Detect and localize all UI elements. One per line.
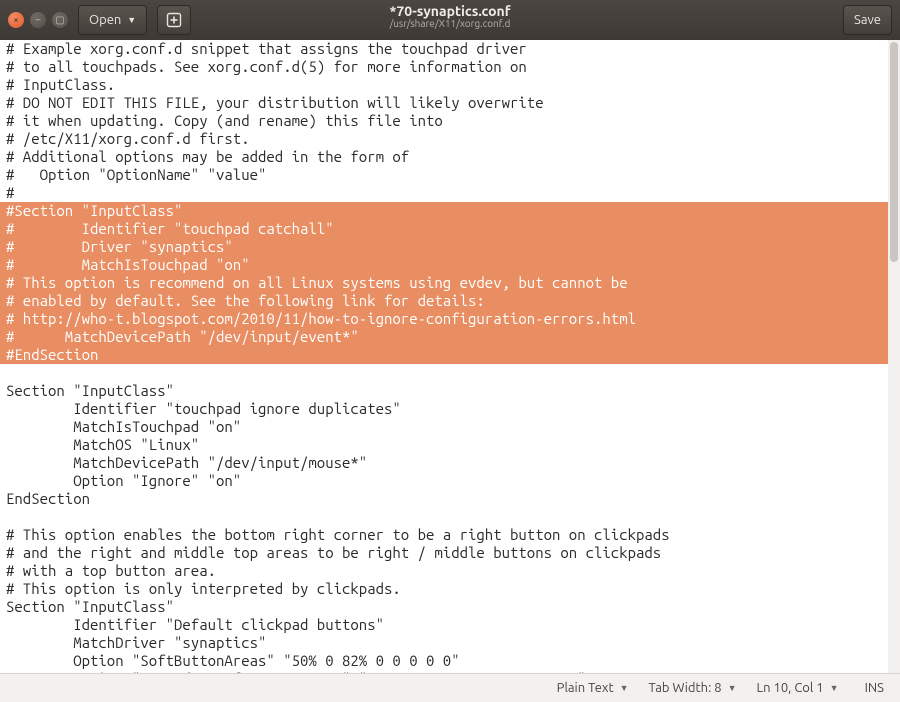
- code-line: MatchIsTouchpad "on": [0, 418, 900, 436]
- status-bar: Plain Text ▼ Tab Width: 8 ▼ Ln 10, Col 1…: [0, 673, 900, 702]
- code-line: # This option is recommend on all Linux …: [0, 274, 900, 292]
- tab-width-label: Tab Width: 8: [649, 681, 722, 695]
- scrollbar-thumb[interactable]: [890, 42, 898, 262]
- text-editor[interactable]: # Example xorg.conf.d snippet that assig…: [0, 40, 900, 674]
- code-line: # DO NOT EDIT THIS FILE, your distributi…: [0, 94, 900, 112]
- save-button[interactable]: Save: [843, 5, 892, 35]
- new-tab-icon: [166, 12, 182, 28]
- open-button-label: Open: [89, 13, 121, 27]
- cursor-position-label: Ln 10, Col 1: [757, 681, 824, 695]
- code-line: # MatchIsTouchpad "on": [0, 256, 900, 274]
- code-line: # Example xorg.conf.d snippet that assig…: [0, 40, 900, 58]
- code-line: # enabled by default. See the following …: [0, 292, 900, 310]
- code-line: # Option "OptionName" "value": [0, 166, 900, 184]
- code-line: Section "InputClass": [0, 598, 900, 616]
- code-line: #: [0, 184, 900, 202]
- minimize-icon[interactable]: –: [30, 12, 46, 28]
- code-line: # Additional options may be added in the…: [0, 148, 900, 166]
- code-line: # This option is only interpreted by cli…: [0, 580, 900, 598]
- vertical-scrollbar[interactable]: [888, 40, 900, 674]
- code-line: Option "SoftButtonAreas" "50% 0 82% 0 0 …: [0, 652, 900, 670]
- code-line: # /etc/X11/xorg.conf.d first.: [0, 130, 900, 148]
- code-line: # to all touchpads. See xorg.conf.d(5) f…: [0, 58, 900, 76]
- code-line: # InputClass.: [0, 76, 900, 94]
- maximize-icon[interactable]: ▢: [52, 12, 68, 28]
- save-button-label: Save: [854, 13, 881, 27]
- chevron-down-icon: ▼: [830, 683, 839, 693]
- code-line: Identifier "touchpad ignore duplicates": [0, 400, 900, 418]
- code-line: MatchDevicePath "/dev/input/mouse*": [0, 454, 900, 472]
- code-line: #EndSection: [0, 346, 900, 364]
- code-line: # Identifier "touchpad catchall": [0, 220, 900, 238]
- code-line: Option "Ignore" "on": [0, 472, 900, 490]
- code-line: # http://who-t.blogspot.com/2010/11/how-…: [0, 310, 900, 328]
- close-icon[interactable]: ×: [8, 12, 24, 28]
- cursor-position-selector[interactable]: Ln 10, Col 1 ▼: [747, 681, 849, 695]
- chevron-down-icon: ▼: [127, 15, 136, 25]
- code-line: MatchDriver "synaptics": [0, 634, 900, 652]
- header-bar: × – ▢ Open ▼ *70-synaptics.conf /usr/sha…: [0, 0, 900, 41]
- code-line: Identifier "Default clickpad buttons": [0, 616, 900, 634]
- code-line: Section "InputClass": [0, 382, 900, 400]
- code-line: # MatchDevicePath "/dev/input/event*": [0, 328, 900, 346]
- window-controls: × – ▢: [0, 12, 68, 28]
- chevron-down-icon: ▼: [728, 683, 737, 693]
- code-line: # and the right and middle top areas to …: [0, 544, 900, 562]
- code-line: #Section "InputClass": [0, 202, 900, 220]
- tab-width-selector[interactable]: Tab Width: 8 ▼: [639, 681, 747, 695]
- language-mode-selector[interactable]: Plain Text ▼: [547, 681, 639, 695]
- code-line: # Driver "synaptics": [0, 238, 900, 256]
- code-line: [0, 508, 900, 526]
- chevron-down-icon: ▼: [620, 683, 629, 693]
- code-line: EndSection: [0, 490, 900, 508]
- language-mode-label: Plain Text: [557, 681, 614, 695]
- code-line: MatchOS "Linux": [0, 436, 900, 454]
- code-line: # with a top button area.: [0, 562, 900, 580]
- insert-mode-indicator[interactable]: INS: [849, 681, 900, 695]
- open-button[interactable]: Open ▼: [78, 5, 147, 35]
- code-line: # it when updating. Copy (and rename) th…: [0, 112, 900, 130]
- selection-block: #Section "InputClass"# Identifier "touch…: [0, 202, 900, 364]
- code-line: [0, 364, 900, 382]
- new-document-button[interactable]: [157, 5, 191, 35]
- code-line: # This option enables the bottom right c…: [0, 526, 900, 544]
